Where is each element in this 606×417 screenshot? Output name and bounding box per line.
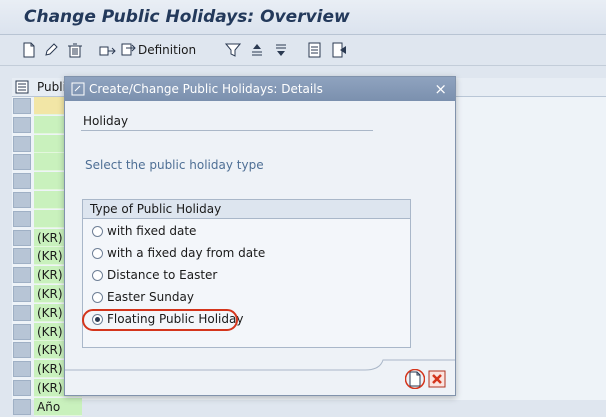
holiday-details-dialog: Create/Change Public Holidays: Details ×…: [64, 76, 456, 396]
row-selector[interactable]: [13, 304, 31, 321]
public-holiday-cell[interactable]: Año: [34, 397, 82, 416]
footer-divider: [65, 359, 455, 371]
row-selector[interactable]: [13, 342, 31, 359]
option-distance-to-easter[interactable]: Distance to Easter: [92, 266, 217, 284]
cancel-button[interactable]: [427, 369, 447, 389]
row-selector[interactable]: [13, 191, 31, 208]
row-selector[interactable]: [13, 173, 31, 190]
row-selector[interactable]: [13, 267, 31, 284]
row-selector[interactable]: [13, 361, 31, 378]
option-label: Easter Sunday: [107, 290, 194, 304]
row-selector[interactable]: [13, 285, 31, 302]
group-title: Type of Public Holiday: [83, 200, 410, 219]
radio-distance-to-easter[interactable]: [92, 269, 103, 281]
deselect-icon[interactable]: [330, 40, 348, 60]
section-divider: [81, 130, 373, 131]
radio-fixed-day-from-date[interactable]: [92, 247, 103, 259]
new-document-icon: [405, 369, 425, 389]
row-selector[interactable]: [13, 248, 31, 265]
table-row[interactable]: Año: [12, 397, 606, 417]
option-fixed-day-from-date[interactable]: with a fixed day from date: [92, 244, 265, 262]
close-icon[interactable]: ×: [434, 80, 447, 98]
row-selector[interactable]: [13, 154, 31, 171]
option-fixed-date[interactable]: with fixed date: [92, 222, 196, 240]
option-label: Distance to Easter: [107, 268, 218, 282]
row-selector[interactable]: [13, 379, 31, 396]
delete-trash-icon[interactable]: [66, 40, 84, 60]
option-label: with a fixed day from date: [107, 246, 266, 260]
toolbar: Definition: [0, 35, 606, 66]
radio-easter-sunday[interactable]: [92, 291, 103, 303]
sort-descending-icon[interactable]: [272, 40, 290, 60]
row-selector[interactable]: [13, 229, 31, 246]
row-selector[interactable]: [13, 398, 31, 415]
radio-fixed-date[interactable]: [92, 225, 103, 237]
column-header-public-holiday[interactable]: Publi: [37, 80, 66, 94]
sort-ascending-icon[interactable]: [248, 40, 266, 60]
table-settings-icon[interactable]: [14, 80, 32, 94]
new-document-icon[interactable]: [20, 40, 38, 60]
section-title-holiday: Holiday: [83, 114, 129, 128]
instruction-text: Select the public holiday type: [85, 158, 264, 172]
cancel-x-icon: [428, 370, 446, 388]
definition-icon: [121, 43, 136, 56]
select-all-icon[interactable]: [306, 40, 324, 60]
page-title: Change Public Holidays: Overview: [24, 7, 350, 27]
transport-icon[interactable]: [98, 40, 118, 60]
row-selector[interactable]: [13, 323, 31, 340]
create-button[interactable]: [405, 369, 425, 389]
dialog-footer: [65, 359, 455, 395]
row-selector[interactable]: [13, 210, 31, 227]
option-label: with fixed date: [107, 224, 197, 238]
definition-label: Definition: [138, 43, 197, 57]
row-selector[interactable]: [13, 98, 31, 114]
filter-icon[interactable]: [224, 40, 242, 60]
definition-button[interactable]: Definition: [120, 40, 200, 60]
dialog-title-bar: Create/Change Public Holidays: Details ×: [65, 77, 455, 101]
title-bar: Change Public Holidays: Overview: [0, 0, 606, 35]
selection-highlight-oval: [82, 309, 238, 331]
option-easter-sunday[interactable]: Easter Sunday: [92, 288, 194, 306]
edit-pencil-icon[interactable]: [42, 40, 60, 60]
row-selector[interactable]: [13, 135, 31, 152]
dialog-title: Create/Change Public Holidays: Details: [89, 82, 323, 96]
dialog-edit-icon: [71, 82, 85, 96]
row-selector[interactable]: [13, 116, 31, 133]
